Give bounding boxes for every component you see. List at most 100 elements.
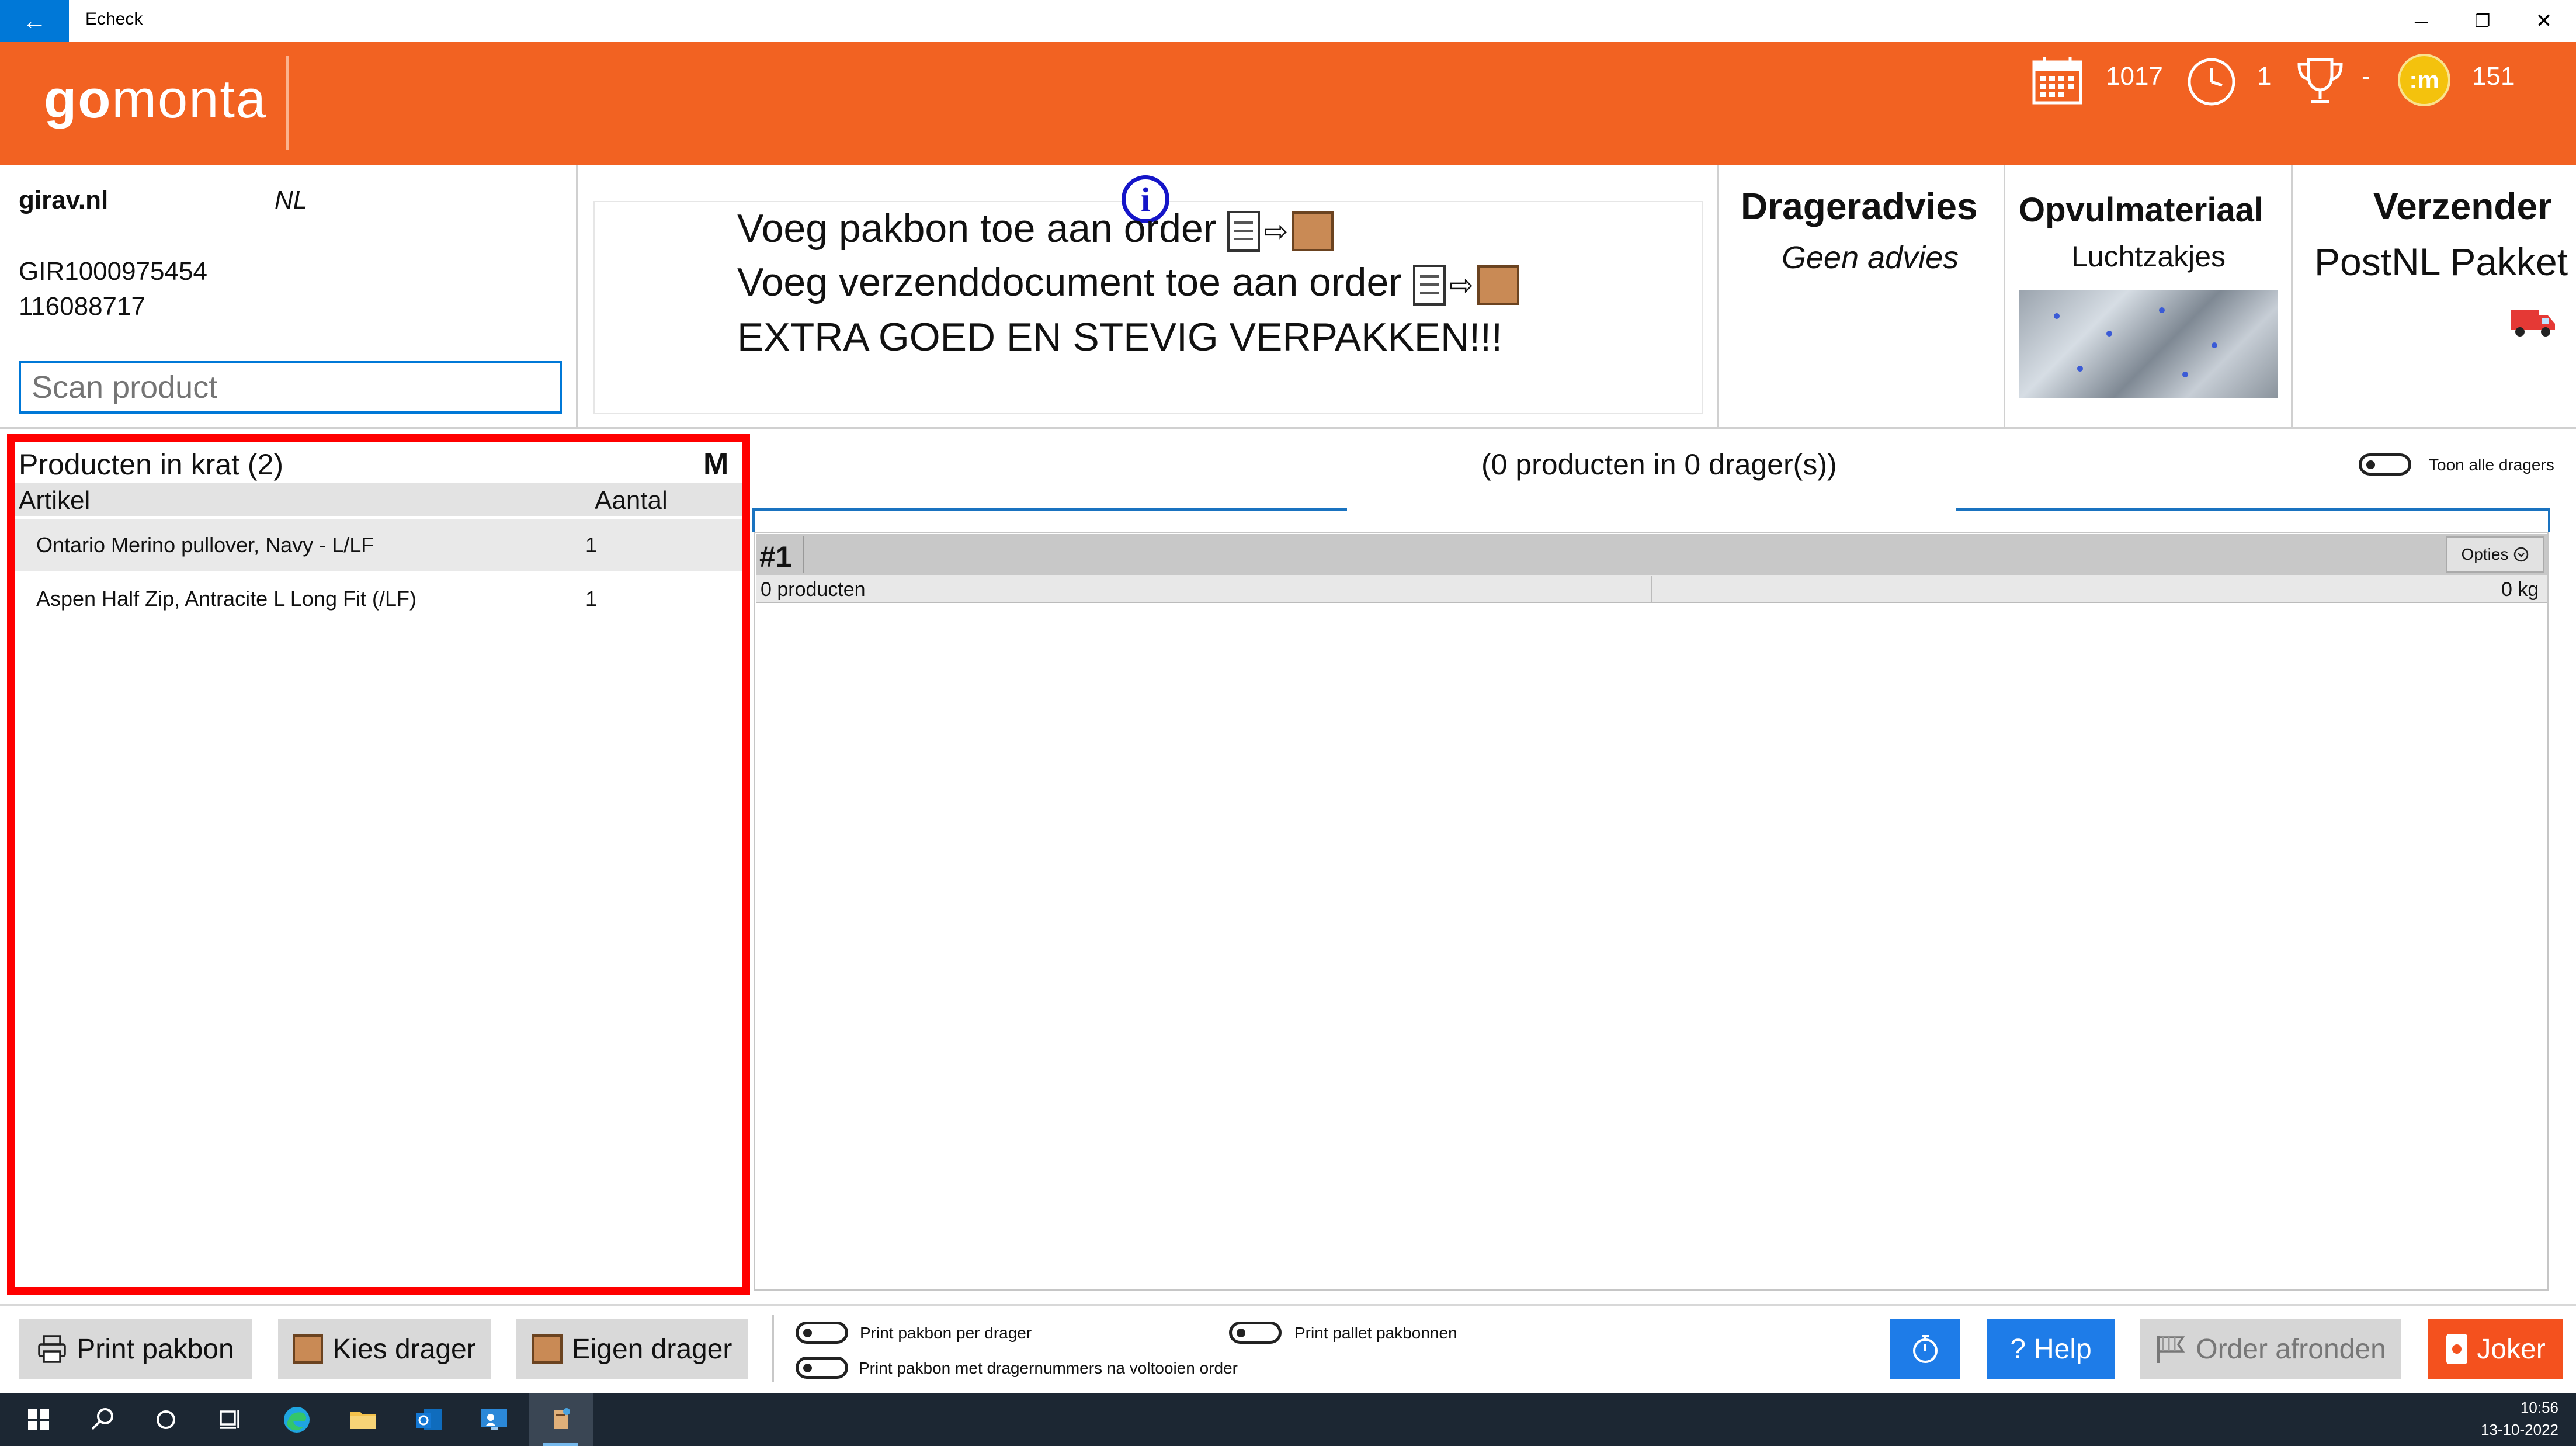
order-afronden-button[interactable]: Order afronden xyxy=(2140,1319,2401,1379)
instruction-line-1: Voeg pakbon toe aan order ⇨ xyxy=(737,206,1334,252)
crate-title: Producten in krat (2) xyxy=(19,448,283,481)
table-row[interactable]: Aspen Half Zip, Antracite L Long Fit (/L… xyxy=(15,573,742,625)
divider xyxy=(576,165,578,429)
crate-size: M xyxy=(703,447,729,481)
print-pakbon-per-drager-toggle[interactable] xyxy=(796,1322,848,1344)
taskbar-clock[interactable]: 10:56 13-10-2022 xyxy=(2477,1396,2558,1441)
outlook-icon[interactable] xyxy=(411,1402,446,1437)
column-artikel[interactable]: Artikel xyxy=(19,486,90,515)
logo-divider xyxy=(286,56,289,150)
finish-flag-icon xyxy=(2157,1336,2185,1363)
timer-button[interactable] xyxy=(1890,1319,1960,1379)
coin-icon: :m xyxy=(2398,54,2450,106)
restore-button[interactable]: ❐ xyxy=(2453,5,2512,37)
table-row[interactable]: Ontario Merino pullover, Navy - L/LF 1 xyxy=(15,519,742,571)
print-pallet-pakbonnen-toggle[interactable] xyxy=(1229,1322,1282,1344)
carrier-header xyxy=(756,534,2547,575)
row-aantal: 1 xyxy=(585,533,598,557)
calendar-icon xyxy=(2032,57,2082,105)
divider xyxy=(1717,165,1719,429)
active-indicator xyxy=(543,1443,578,1446)
package-icon xyxy=(1477,265,1519,306)
verzender-title: Verzender xyxy=(2373,185,2552,227)
carrier-product-count: 0 producten xyxy=(761,578,866,601)
divider xyxy=(2004,165,2005,429)
windows-start-icon[interactable] xyxy=(21,1402,56,1437)
divider xyxy=(752,508,755,532)
window-title: Echeck xyxy=(85,9,143,29)
clock-date: 13-10-2022 xyxy=(2481,1421,2558,1438)
joker-button[interactable]: Joker xyxy=(2428,1319,2563,1379)
row-artikel: Ontario Merino pullover, Navy - L/LF xyxy=(36,533,374,557)
search-icon[interactable] xyxy=(85,1402,120,1437)
back-arrow-icon: ← xyxy=(22,7,47,34)
row-artikel: Aspen Half Zip, Antracite L Long Fit (/L… xyxy=(36,587,416,611)
show-all-carriers-label: Toon alle dragers xyxy=(2429,456,2554,474)
document-icon xyxy=(1227,211,1261,252)
drageradvies-title: Drageradvies xyxy=(1741,185,1978,227)
clock-icon xyxy=(2188,58,2235,106)
document-icon xyxy=(1412,265,1446,306)
windows-taskbar xyxy=(0,1393,2576,1446)
gomonta-logo: gomonta xyxy=(44,70,268,129)
carrier-card xyxy=(754,532,2549,1291)
arrow-icon: ⇨ xyxy=(1449,269,1474,302)
clock-time: 10:56 xyxy=(2520,1399,2558,1416)
file-explorer-icon[interactable] xyxy=(346,1402,381,1437)
help-button[interactable]: ? Help xyxy=(1987,1319,2115,1379)
package-icon xyxy=(293,1334,324,1364)
truck-icon xyxy=(2511,310,2555,337)
clock-count: 1 xyxy=(2257,62,2272,91)
opvulmateriaal-title: Opvulmateriaal xyxy=(2019,191,2264,229)
carrier-id: #1 xyxy=(759,540,792,573)
back-button[interactable]: ← xyxy=(0,0,69,42)
carrier-summary: (0 producten in 0 drager(s)) xyxy=(1481,448,1837,481)
package-icon xyxy=(532,1334,563,1364)
help-icon: ? xyxy=(2010,1333,2026,1365)
remote-desktop-icon[interactable] xyxy=(477,1402,512,1437)
options-button[interactable]: Opties xyxy=(2446,536,2544,573)
air-cushion-image xyxy=(2019,290,2278,398)
edge-browser-icon[interactable] xyxy=(279,1402,314,1437)
calendar-count: 1017 xyxy=(2106,62,2163,91)
country-code: NL xyxy=(275,186,308,214)
opvulmateriaal-value: Luchtzakjes xyxy=(2071,240,2226,273)
arrow-icon: ⇨ xyxy=(1263,215,1289,248)
order-number: GIR1000975454 xyxy=(19,257,207,286)
chevron-down-icon xyxy=(2514,547,2529,562)
divider xyxy=(2548,508,2550,532)
show-all-carriers-toggle[interactable] xyxy=(2359,453,2411,476)
print-pallet-pakbonnen-label: Print pallet pakbonnen xyxy=(1294,1324,1457,1342)
divider xyxy=(772,1315,774,1382)
close-button[interactable]: ✕ xyxy=(2515,5,2573,37)
print-pakbon-per-drager-label: Print pakbon per drager xyxy=(860,1324,1032,1342)
print-dragernummers-toggle[interactable] xyxy=(796,1357,848,1379)
verzender-value: PostNL Pakket xyxy=(2314,240,2568,283)
close-icon: ✕ xyxy=(2535,10,2553,32)
coin-count: 151 xyxy=(2472,62,2515,91)
bottom-divider xyxy=(0,1304,2576,1306)
joker-card-icon xyxy=(2446,1334,2468,1364)
minimize-button[interactable]: – xyxy=(2392,5,2450,37)
shop-name: girav.nl xyxy=(19,186,109,214)
echeck-app-icon[interactable] xyxy=(543,1402,578,1437)
row-aantal: 1 xyxy=(585,587,598,611)
package-icon xyxy=(1292,211,1334,252)
print-dragernummers-label: Print pakbon met dragernummers na voltoo… xyxy=(859,1359,1238,1377)
carrier-weight: 0 kg xyxy=(2501,578,2539,601)
eigen-drager-button[interactable]: Eigen drager xyxy=(516,1319,748,1379)
kies-drager-button[interactable]: Kies drager xyxy=(278,1319,491,1379)
carrier-tab-line xyxy=(1956,508,2550,511)
scan-product-input[interactable] xyxy=(19,361,562,414)
divider xyxy=(2291,165,2293,429)
column-aantal[interactable]: Aantal xyxy=(595,486,668,515)
task-view-icon[interactable] xyxy=(213,1402,248,1437)
window-title-bar xyxy=(0,0,2576,42)
cortana-icon[interactable] xyxy=(148,1402,183,1437)
order-reference: 116088717 xyxy=(19,292,145,321)
drageradvies-value: Geen advies xyxy=(1782,240,1959,275)
trophy-count: - xyxy=(2362,62,2370,91)
print-pakbon-button[interactable]: Print pakbon xyxy=(19,1319,252,1379)
restore-icon: ❐ xyxy=(2474,11,2491,31)
stopwatch-icon xyxy=(1913,1335,1938,1363)
